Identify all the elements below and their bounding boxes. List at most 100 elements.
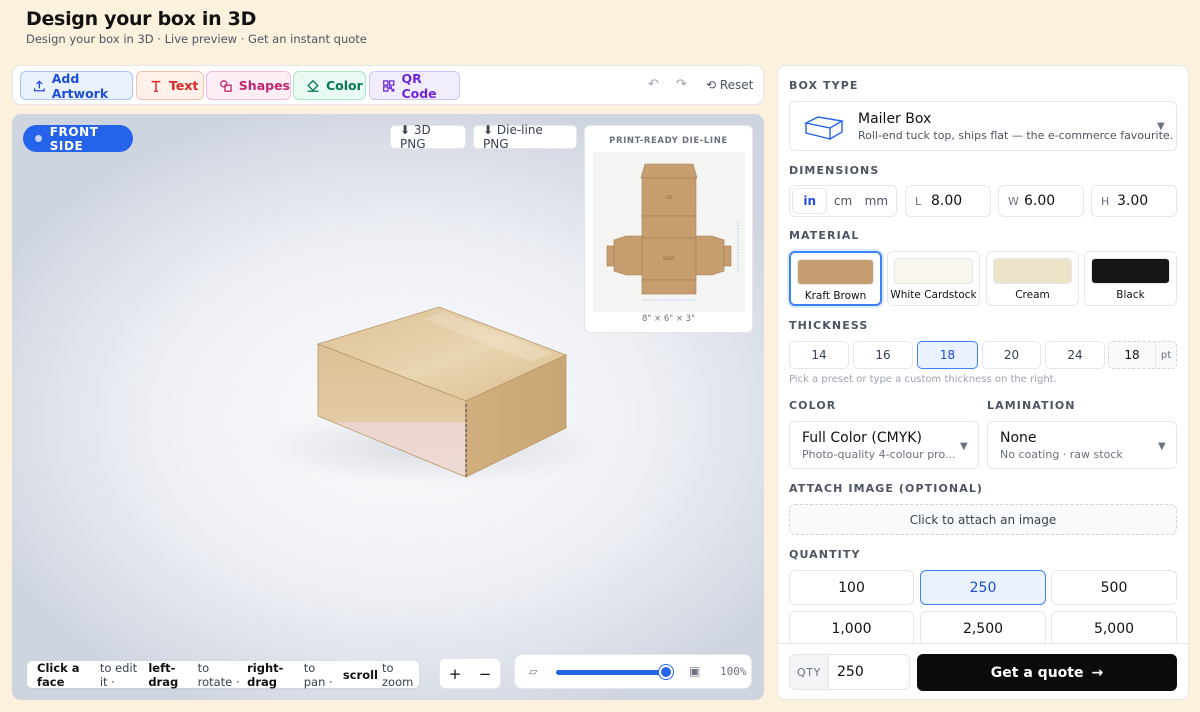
hint-click: Click a face <box>37 660 80 689</box>
thickness-14-button[interactable]: 14 <box>789 341 849 369</box>
zoom-large-icon: ▣ <box>689 664 701 678</box>
shapes-label: Shapes <box>238 78 290 93</box>
qr-code-icon <box>383 79 395 92</box>
zoom-slider-track[interactable] <box>556 670 669 675</box>
page-subtitle: Design your box in 3D · Live preview · G… <box>26 32 367 46</box>
zoom-slider-panel: ▱ ▣ 100% <box>514 654 752 689</box>
paint-bucket-icon <box>307 79 319 92</box>
quantity-100-button[interactable]: 100 <box>789 570 914 605</box>
lamination-name: None <box>1000 430 1037 446</box>
hint-left-drag: left-drag <box>148 660 179 689</box>
quantity-500-button[interactable]: 500 <box>1051 570 1177 605</box>
material-white-cardstock[interactable]: White Cardstock <box>887 251 980 306</box>
shapes-button[interactable]: Shapes <box>206 71 291 100</box>
dieline-lid-label: LID <box>665 195 673 201</box>
quantity-2500-button[interactable]: 2,500 <box>920 611 1046 646</box>
quantity-input-label: QTY <box>790 655 829 689</box>
get-a-quote-label: Get a quote <box>990 664 1084 681</box>
thickness-unit: pt <box>1155 342 1176 368</box>
attach-image-dropzone[interactable]: Click to attach an image <box>789 504 1177 535</box>
text-icon <box>151 80 161 92</box>
quantity-5000-button[interactable]: 5,000 <box>1051 611 1177 646</box>
thickness-18-button[interactable]: 18 <box>917 341 978 369</box>
text-label: Text <box>169 78 199 93</box>
material-label: White Cardstock <box>890 289 977 301</box>
material-kraft-brown[interactable]: Kraft Brown <box>789 251 882 306</box>
quote-footer: QTY 250 Get a quote → <box>778 643 1188 699</box>
reset-button[interactable]: ⟲ Reset <box>706 78 753 92</box>
get-a-quote-button[interactable]: Get a quote → <box>917 654 1177 691</box>
custom-thickness-field[interactable]: 18 pt <box>1108 341 1177 369</box>
thickness-24-button[interactable]: 24 <box>1045 341 1105 369</box>
length-field[interactable]: L 8.00 <box>905 185 991 217</box>
unit-cm-button[interactable]: cm <box>826 189 859 213</box>
color-button[interactable]: Color <box>293 71 366 100</box>
height-label: H <box>1101 194 1110 208</box>
zoom-level: 100% <box>720 665 747 678</box>
color-name: Full Color (CMYK) <box>802 430 922 446</box>
quantity-250-button[interactable]: 250 <box>920 570 1046 605</box>
page-title: Design your box in 3D <box>26 8 257 30</box>
3d-viewport[interactable]: FRONT SIDE ⬇ 3D PNG ⬇ Die-line PNG PRINT <box>12 114 764 700</box>
lamination-select[interactable]: None No coating · raw stock ▼ <box>987 421 1177 469</box>
hint-right-drag: right-drag <box>247 660 284 689</box>
editor-toolbar: Add Artwork Text Shapes Color QR Code ↶ … <box>12 65 764 105</box>
hint-right-drag-text: to pan · <box>303 660 333 689</box>
quantity-input[interactable]: QTY 250 <box>789 654 910 690</box>
quantity-input-value: 250 <box>837 664 864 680</box>
unit-in-button[interactable]: in <box>793 189 827 213</box>
material-black[interactable]: Black <box>1084 251 1177 306</box>
undo-icon[interactable]: ↶ <box>648 77 659 92</box>
redo-icon[interactable]: ↷ <box>676 77 687 92</box>
hint-scroll-text: to zoom <box>382 660 414 689</box>
qr-code-button[interactable]: QR Code <box>369 70 460 101</box>
color-heading: COLOR <box>789 399 837 412</box>
unit-toggle: in cm mm <box>789 185 897 217</box>
dieline-preview-card[interactable]: PRINT-READY DIE-LINE LID BASE 8" × 6" × … <box>584 125 753 333</box>
add-artwork-label: Add Artwork <box>51 70 109 101</box>
quantity-1000-button[interactable]: 1,000 <box>789 611 914 646</box>
zoom-out-button[interactable]: − <box>470 659 500 688</box>
upload-icon <box>33 79 45 91</box>
text-button[interactable]: Text <box>136 71 204 100</box>
custom-thickness-value: 18 <box>1124 348 1140 362</box>
color-label: Color <box>326 78 363 93</box>
white-swatch <box>894 258 973 284</box>
zoom-buttons: + − <box>439 658 501 689</box>
lamination-description: No coating · raw stock <box>1000 448 1123 461</box>
dimensions-heading: DIMENSIONS <box>789 164 880 177</box>
box-type-select[interactable]: Mailer Box Roll-end tuck top, ships flat… <box>789 101 1177 151</box>
thickness-20-button[interactable]: 20 <box>982 341 1041 369</box>
configuration-panel: BOX TYPE Mailer Box Roll-end tuck top, s… <box>777 65 1189 700</box>
material-label: Kraft Brown <box>804 290 867 302</box>
width-value: 6.00 <box>1024 193 1056 209</box>
hint-left-drag-text: to rotate · <box>197 660 240 689</box>
page-header: Design your box in 3D Design your box in… <box>26 8 367 46</box>
material-heading: MATERIAL <box>789 229 860 242</box>
attach-image-heading: ATTACH IMAGE (OPTIONAL) <box>789 482 984 495</box>
chevron-down-icon: ▼ <box>960 441 968 452</box>
width-field[interactable]: W 6.00 <box>998 185 1084 217</box>
length-value: 8.00 <box>931 193 963 209</box>
arrow-right-icon: → <box>1091 664 1104 681</box>
material-label: Cream <box>1015 289 1050 301</box>
add-artwork-button[interactable]: Add Artwork <box>20 70 133 101</box>
unit-mm-button[interactable]: mm <box>860 189 893 213</box>
box-type-heading: BOX TYPE <box>789 79 859 92</box>
chevron-down-icon: ▼ <box>1158 441 1166 452</box>
box-type-name: Mailer Box <box>858 111 932 127</box>
thickness-16-button[interactable]: 16 <box>853 341 913 369</box>
qr-code-label: QR Code <box>401 70 437 101</box>
hint-scroll: scroll <box>342 667 378 682</box>
height-field[interactable]: H 3.00 <box>1091 185 1177 217</box>
color-select[interactable]: Full Color (CMYK) Photo-quality 4-colour… <box>789 421 979 469</box>
shapes-icon <box>220 79 232 92</box>
material-label: Black <box>1116 289 1145 301</box>
zoom-slider-thumb[interactable] <box>659 665 673 679</box>
hint-click-text: to edit it · <box>99 660 138 689</box>
kraft-swatch <box>797 259 874 285</box>
zoom-in-button[interactable]: + <box>440 659 470 688</box>
box-icon <box>804 116 844 140</box>
material-cream[interactable]: Cream <box>986 251 1079 306</box>
thickness-helper-text: Pick a preset or type a custom thickness… <box>789 374 1057 385</box>
